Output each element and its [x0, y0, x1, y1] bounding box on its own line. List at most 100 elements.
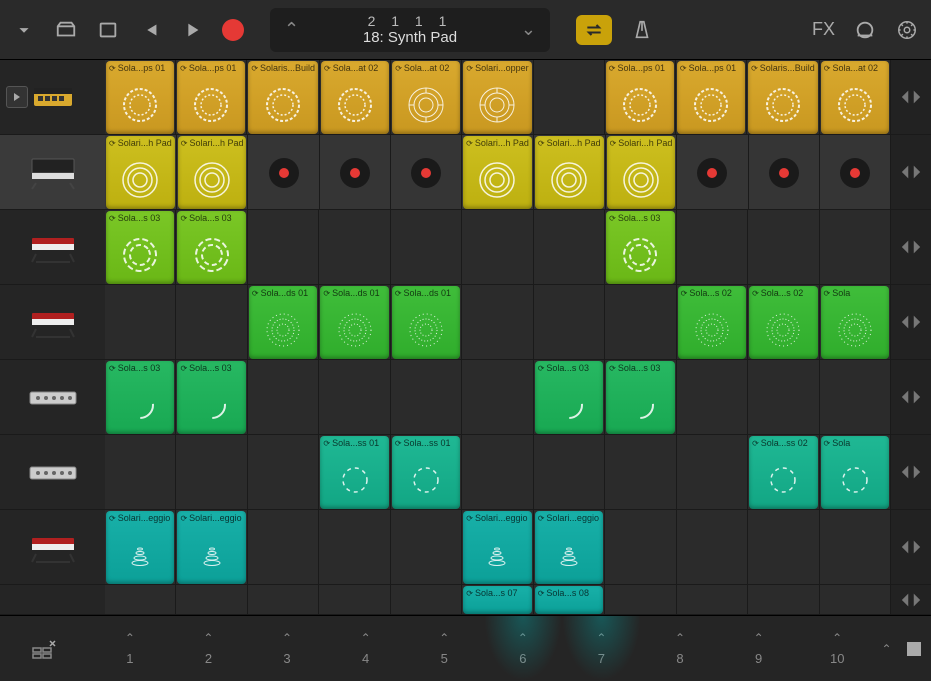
settings-gear-icon[interactable]	[895, 18, 919, 42]
clip[interactable]: ⟳Solari...eggio	[177, 511, 245, 584]
rewind-button[interactable]	[138, 18, 162, 42]
cell[interactable]	[748, 360, 819, 435]
row-trigger-handle[interactable]	[891, 510, 931, 585]
clip[interactable]: ⟳Solari...eggio	[463, 511, 531, 584]
cell[interactable]	[105, 435, 176, 510]
play-all-button[interactable]	[6, 86, 28, 108]
cell[interactable]	[605, 510, 676, 585]
cell[interactable]	[319, 585, 390, 615]
cell[interactable]	[319, 510, 390, 585]
clip[interactable]: ⟳Sola...s 03	[106, 211, 174, 284]
clip[interactable]: ⟳Sola...s 03	[535, 361, 603, 434]
cell[interactable]	[462, 435, 533, 510]
column-trigger[interactable]: ⌃8	[641, 616, 720, 681]
cell[interactable]: ⟳Sola...ss 01	[319, 435, 390, 510]
display-prev-icon[interactable]: ⌃	[280, 15, 303, 44]
cell[interactable]	[462, 285, 533, 360]
cell[interactable]: ⟳Solaris...Build	[247, 60, 320, 135]
clip[interactable]: ⟳Solari...eggio	[106, 511, 174, 584]
cell[interactable]: ⟳Sola...s 03	[534, 360, 605, 435]
cell[interactable]	[677, 435, 748, 510]
track-header-synth[interactable]	[0, 135, 105, 210]
cell[interactable]: ⟳Solari...h Pad	[105, 135, 177, 210]
cell[interactable]	[820, 510, 891, 585]
clip[interactable]: ⟳Sola...s 03	[606, 361, 674, 434]
cell[interactable]: ⟳Sola...s 03	[605, 210, 676, 285]
row-trigger-handle[interactable]	[891, 585, 931, 615]
cell[interactable]	[319, 210, 390, 285]
cell[interactable]	[248, 360, 319, 435]
cell[interactable]: ⟳Solari...eggio	[462, 510, 533, 585]
cell[interactable]	[605, 285, 676, 360]
cell[interactable]	[105, 285, 176, 360]
row-trigger-handle[interactable]	[891, 285, 931, 360]
clip[interactable]: ⟳Sola...s 07	[463, 586, 531, 614]
clip[interactable]: ⟳Sola...ss 01	[320, 436, 388, 509]
cell[interactable]: ⟳Sola...at 02	[320, 60, 391, 135]
clip[interactable]: ⟳Sola...at 02	[321, 61, 389, 134]
clip[interactable]: ⟳Sola...s 03	[106, 361, 174, 434]
cell[interactable]	[248, 435, 319, 510]
cell[interactable]: ⟳Solari...h Pad	[462, 135, 534, 210]
cell[interactable]: ⟳Sola	[820, 285, 891, 360]
metronome-icon[interactable]	[630, 18, 654, 42]
clip[interactable]: ⟳Sola...s 02	[749, 286, 817, 359]
cell[interactable]	[749, 135, 820, 210]
cell[interactable]: ⟳Sola...at 02	[391, 60, 462, 135]
cell[interactable]: ⟳Solari...h Pad	[534, 135, 606, 210]
clip[interactable]: ⟳Sola...s 03	[177, 361, 245, 434]
cell[interactable]: ⟳Sola...s 03	[176, 360, 247, 435]
track-header-keys2[interactable]	[0, 285, 105, 360]
cycle-button[interactable]	[576, 15, 612, 45]
cell[interactable]	[748, 510, 819, 585]
grid-edit-button[interactable]	[0, 616, 91, 681]
cell[interactable]: ⟳Solari...eggio	[534, 510, 605, 585]
clip[interactable]: ⟳Sola...ps 01	[106, 61, 174, 134]
row-trigger-handle[interactable]	[891, 210, 931, 285]
display-next-icon[interactable]: ⌄	[517, 15, 540, 44]
clip[interactable]: ⟳Sola...at 02	[392, 61, 460, 134]
column-trigger[interactable]: ⌃5	[405, 616, 484, 681]
cell[interactable]: ⟳Solari...h Pad	[177, 135, 249, 210]
column-trigger[interactable]: ⌃4	[326, 616, 405, 681]
loop-browser-icon[interactable]	[853, 18, 877, 42]
track-header-bass1[interactable]	[0, 360, 105, 435]
column-trigger[interactable]: ⌃2	[169, 616, 248, 681]
menu-dropdown-icon[interactable]	[12, 18, 36, 42]
cell[interactable]: ⟳Sola...s 03	[176, 210, 247, 285]
empty-record-slot[interactable]	[821, 136, 889, 209]
clip[interactable]: ⟳Sola...at 02	[821, 61, 889, 134]
cell[interactable]	[820, 135, 891, 210]
cell[interactable]: ⟳Sola...ps 01	[176, 60, 247, 135]
empty-record-slot[interactable]	[392, 136, 460, 209]
fx-button[interactable]: FX	[812, 19, 835, 40]
empty-record-slot[interactable]	[321, 136, 389, 209]
cell[interactable]	[677, 510, 748, 585]
cell[interactable]	[677, 135, 748, 210]
cell[interactable]: ⟳Solari...eggio	[176, 510, 247, 585]
column-trigger[interactable]: ⌃	[877, 616, 897, 681]
cell[interactable]	[820, 585, 891, 615]
cell[interactable]	[391, 135, 462, 210]
cell[interactable]: ⟳Solari...eggio	[105, 510, 176, 585]
cell[interactable]	[391, 585, 462, 615]
stop-all-button[interactable]	[897, 616, 931, 681]
cell[interactable]	[820, 360, 891, 435]
cell[interactable]	[391, 360, 462, 435]
play-button[interactable]	[180, 18, 204, 42]
clip[interactable]: ⟳Solari...h Pad	[607, 136, 676, 209]
empty-record-slot[interactable]	[678, 136, 746, 209]
clip[interactable]: ⟳Sola	[821, 436, 889, 509]
clip[interactable]: ⟳Solaris...Build	[748, 61, 818, 134]
empty-record-slot[interactable]	[750, 136, 818, 209]
cell[interactable]	[605, 435, 676, 510]
cell[interactable]	[391, 510, 462, 585]
clip[interactable]: ⟳Sola...ds 01	[392, 286, 460, 359]
cell[interactable]: ⟳Sola...ss 02	[748, 435, 819, 510]
empty-record-slot[interactable]	[249, 136, 317, 209]
clip[interactable]: ⟳Sola	[821, 286, 889, 359]
track-header-drum[interactable]	[0, 60, 105, 135]
cell[interactable]: ⟳Sola...ds 01	[319, 285, 390, 360]
cell[interactable]	[534, 210, 605, 285]
clip[interactable]: ⟳Solaris...Build	[248, 61, 318, 134]
